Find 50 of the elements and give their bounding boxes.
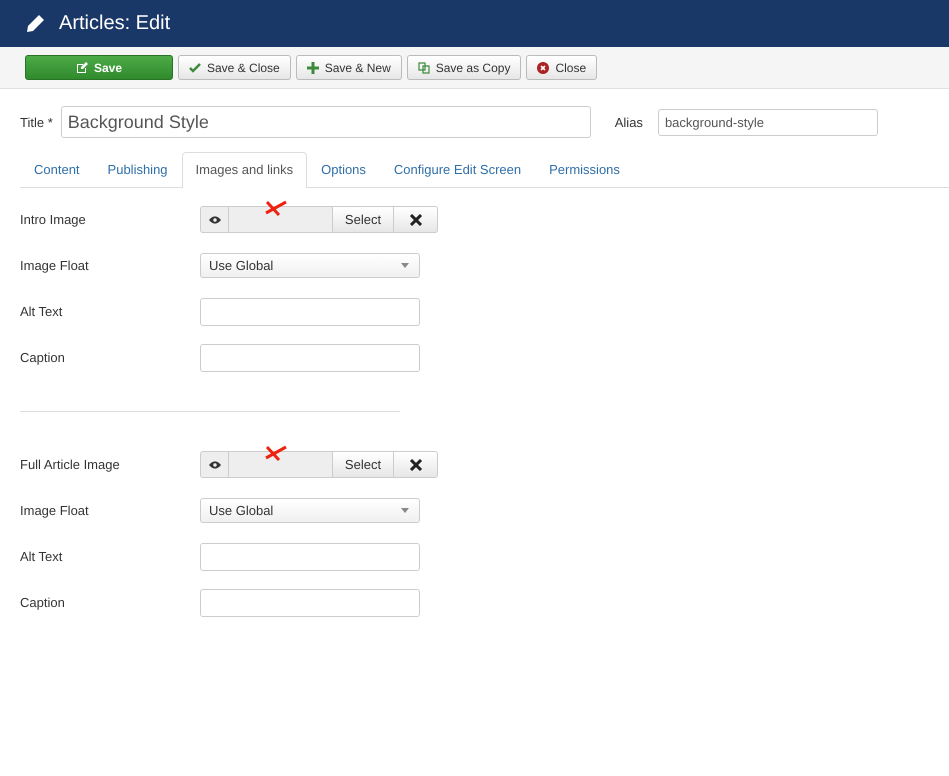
title-label: Title * <box>20 114 53 130</box>
field-label: Caption <box>20 350 66 365</box>
caret-icon <box>401 508 409 513</box>
tab[interactable]: Configure Edit Screen <box>380 152 536 187</box>
image-path-field[interactable] <box>228 451 333 478</box>
eye-icon <box>208 216 220 224</box>
toolbar-button[interactable]: Save as Copy <box>406 55 522 80</box>
field-label: Image Float <box>20 258 90 273</box>
tab[interactable]: Publishing <box>94 152 182 187</box>
close-icon <box>537 62 550 74</box>
tab[interactable]: Options <box>307 152 380 187</box>
clear-button[interactable] <box>394 206 438 233</box>
field-label: Intro Image <box>20 212 87 227</box>
tab[interactable]: Content <box>20 152 94 187</box>
plus-icon <box>306 62 319 74</box>
field-label: Full Article Image <box>20 457 121 472</box>
text-field[interactable] <box>200 344 420 372</box>
clear-button[interactable] <box>394 451 438 478</box>
alias-label: Alias <box>614 114 643 130</box>
close-icon <box>410 458 422 470</box>
eye-icon <box>208 460 220 468</box>
text-field[interactable] <box>200 298 420 326</box>
caret-icon <box>401 263 409 268</box>
preview-button[interactable] <box>200 451 228 478</box>
text-field[interactable] <box>200 588 420 616</box>
toolbar-button[interactable]: Save & New <box>296 55 402 80</box>
copy-icon <box>418 62 430 74</box>
field-label: Alt Text <box>20 549 64 564</box>
select-button[interactable]: Select <box>333 206 394 233</box>
field-label: Caption <box>20 595 66 610</box>
close-icon <box>410 214 422 226</box>
toolbar-button[interactable]: Save <box>25 55 173 80</box>
tab[interactable]: Images and links <box>182 152 308 188</box>
check-icon <box>189 62 201 74</box>
toolbar-button[interactable]: Save & Close <box>178 55 291 80</box>
page-title: Articles: Edit <box>59 12 170 35</box>
alias-field[interactable]: background-style <box>658 108 878 136</box>
text-field[interactable] <box>200 542 420 570</box>
pencil-icon <box>25 14 45 34</box>
field-label: Alt Text <box>20 304 64 319</box>
float-dropdown[interactable]: Use Global <box>200 498 420 523</box>
field-label: Image Float <box>20 503 90 518</box>
title-field[interactable]: Background Style <box>60 106 591 138</box>
toolbar-button[interactable]: Close <box>526 55 598 80</box>
float-dropdown[interactable]: Use Global <box>200 253 420 278</box>
image-path-field[interactable] <box>228 206 333 233</box>
tab[interactable]: Permissions <box>535 152 634 187</box>
select-button[interactable]: Select <box>333 451 394 478</box>
edit-icon <box>76 62 88 74</box>
preview-button[interactable] <box>200 206 228 233</box>
